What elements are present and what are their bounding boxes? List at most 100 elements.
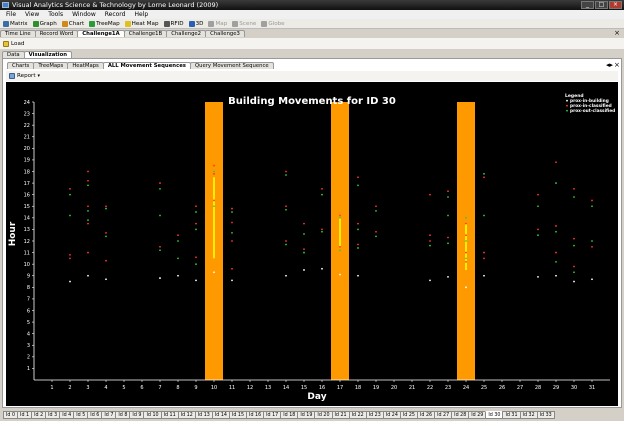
- tab-id-0[interactable]: Id 0: [3, 410, 19, 419]
- point-prox-in-classified-25: [285, 205, 287, 208]
- tab-list-arrows-icon[interactable]: ◂▸: [606, 62, 613, 69]
- x-tick-label-21: 21: [409, 385, 415, 391]
- title-bar: Visual Analytics Science & Technology by…: [0, 0, 624, 10]
- tab-id-28[interactable]: Id 28: [451, 410, 470, 419]
- menu-help[interactable]: Help: [134, 10, 148, 19]
- point-prox-out-classified-31: [375, 209, 377, 212]
- tab-viz-charts[interactable]: Charts: [7, 62, 35, 69]
- tab-id-31[interactable]: Id 31: [502, 410, 521, 419]
- tab-id-6[interactable]: Id 6: [87, 410, 103, 419]
- point-prox-in-classified-53: [555, 225, 557, 227]
- chart-icon: [61, 20, 68, 27]
- matrix-button[interactable]: Matrix: [3, 20, 28, 27]
- report-icon: [9, 73, 15, 79]
- tab-id-24[interactable]: Id 24: [382, 410, 401, 419]
- tab-id-12[interactable]: Id 12: [177, 410, 196, 419]
- tab-viz-heatmaps[interactable]: HeatMaps: [67, 62, 104, 69]
- minimize-button[interactable]: _: [581, 1, 594, 9]
- tab-id-14[interactable]: Id 14: [211, 410, 230, 419]
- point-prox-out-classified-51: [591, 240, 593, 242]
- globe-button[interactable]: Globe: [261, 20, 285, 27]
- tab-sub-visualization[interactable]: Visualization: [23, 51, 73, 58]
- menu-view[interactable]: View: [25, 10, 39, 19]
- tab-id-27[interactable]: Id 27: [434, 410, 453, 419]
- point-prox-in-classified-0: [69, 187, 71, 190]
- tab-id-19[interactable]: Id 19: [297, 410, 316, 419]
- menu-record[interactable]: Record: [105, 10, 126, 19]
- tab-sub-data[interactable]: Data: [2, 51, 25, 58]
- tab-id-4[interactable]: Id 4: [59, 410, 75, 419]
- report-dropdown[interactable]: Report: [17, 73, 36, 79]
- close-document-icon[interactable]: ×: [614, 30, 620, 37]
- tab-id-2[interactable]: Id 2: [31, 410, 47, 419]
- point-prox-out-classified-45: [555, 230, 557, 233]
- tab-id-26[interactable]: Id 26: [416, 410, 436, 419]
- tab-id-1[interactable]: Id 1: [17, 410, 33, 419]
- x-tick-label-19: 19: [373, 385, 379, 391]
- tab-doc-challenge1b[interactable]: Challenge1B: [123, 30, 168, 37]
- tab-id-25[interactable]: Id 25: [399, 410, 418, 419]
- treemap-button[interactable]: TreeMap: [89, 20, 120, 27]
- tab-id-13[interactable]: Id 13: [194, 410, 213, 419]
- tab-id-23[interactable]: Id 23: [365, 410, 384, 419]
- tab-id-5[interactable]: Id 5: [73, 410, 89, 419]
- tab-id-32[interactable]: Id 32: [519, 410, 538, 419]
- tab-viz-query-movement-sequence[interactable]: Query Movement Sequence: [189, 62, 274, 69]
- point-prox-out-classified-25: [321, 230, 323, 233]
- tab-doc-challenge1a[interactable]: Challenge1A: [77, 30, 125, 37]
- tab-doc-time-line[interactable]: Time Line: [0, 30, 36, 37]
- id-tabs: Id 0 Id 1 Id 2 Id 3 Id 4 Id 5 Id 6 Id 7 Id 8 Id 9…: [0, 408, 624, 421]
- tab-id-8[interactable]: Id 8: [115, 410, 131, 419]
- x-tick-label-23: 23: [445, 385, 451, 391]
- x-tick-label-7: 7: [158, 385, 161, 391]
- y-tick-label-6: 6: [27, 308, 30, 314]
- load-button[interactable]: Load: [11, 41, 24, 47]
- tab-id-15[interactable]: Id 15: [228, 410, 248, 419]
- heat-map-button[interactable]: Heat Map: [124, 20, 159, 27]
- tab-id-18[interactable]: Id 18: [280, 410, 299, 419]
- tab-id-29[interactable]: Id 29: [468, 410, 487, 419]
- point-prox-in-classified-34: [357, 222, 359, 225]
- chevron-down-icon[interactable]: ▾: [38, 73, 41, 79]
- rfid-button[interactable]: RFID: [163, 20, 184, 27]
- scene-button[interactable]: Scene: [232, 20, 256, 27]
- movement-chart: Building Movements for ID 30 Day Hour Le…: [6, 82, 618, 406]
- tab-doc-challenge3[interactable]: Challenge3: [205, 30, 245, 37]
- point-prox-in-classified-38: [429, 193, 431, 196]
- tab-id-9[interactable]: Id 9: [129, 410, 145, 419]
- document-tabs: Time Line Record Word Challenge1A Challenge…: [0, 30, 245, 37]
- tab-id-21[interactable]: Id 21: [331, 410, 350, 419]
- tab-id-22[interactable]: Id 22: [348, 410, 367, 419]
- x-axis-label: Day: [307, 392, 326, 402]
- graph-button[interactable]: Graph: [32, 20, 57, 27]
- 3d-button[interactable]: 3D: [188, 20, 203, 27]
- legend-swatch-prox-out-classified: [566, 109, 568, 112]
- menu-window[interactable]: Window: [72, 10, 96, 19]
- point-prox-out-classified-5: [105, 207, 107, 210]
- tab-id-11[interactable]: Id 11: [160, 410, 179, 419]
- tab-id-7[interactable]: Id 7: [101, 410, 117, 419]
- tab-viz-all-movement-sequences[interactable]: ALL Movement Sequences: [102, 62, 191, 69]
- tab-id-16[interactable]: Id 16: [246, 410, 265, 419]
- chart-button[interactable]: Chart: [61, 20, 84, 27]
- tab-id-10[interactable]: Id 10: [143, 410, 162, 419]
- tab-id-33[interactable]: Id 33: [536, 410, 555, 419]
- menu-tools[interactable]: Tools: [48, 10, 63, 19]
- close-visualization-icon[interactable]: ×: [614, 62, 620, 69]
- tab-id-30[interactable]: Id 30: [485, 410, 504, 419]
- heatmap-icon: [124, 20, 131, 27]
- point-prox-out-classified-49: [573, 271, 575, 274]
- point-prox-in-building-19: [573, 280, 575, 283]
- map-button[interactable]: Map: [208, 20, 227, 27]
- tab-viz-treemaps[interactable]: TreeMaps: [33, 62, 69, 69]
- menu-file[interactable]: File: [6, 10, 16, 19]
- point-prox-in-classified-31: [339, 214, 341, 217]
- tab-id-3[interactable]: Id 3: [45, 410, 61, 419]
- tab-doc-record-word[interactable]: Record Word: [34, 30, 79, 37]
- maximize-button[interactable]: □: [595, 1, 608, 9]
- tab-id-20[interactable]: Id 20: [314, 410, 333, 419]
- tab-doc-challenge2[interactable]: Challenge2: [166, 30, 207, 37]
- close-button[interactable]: ×: [609, 1, 622, 9]
- point-prox-in-building-14: [447, 276, 449, 278]
- tab-id-17[interactable]: Id 17: [263, 410, 282, 419]
